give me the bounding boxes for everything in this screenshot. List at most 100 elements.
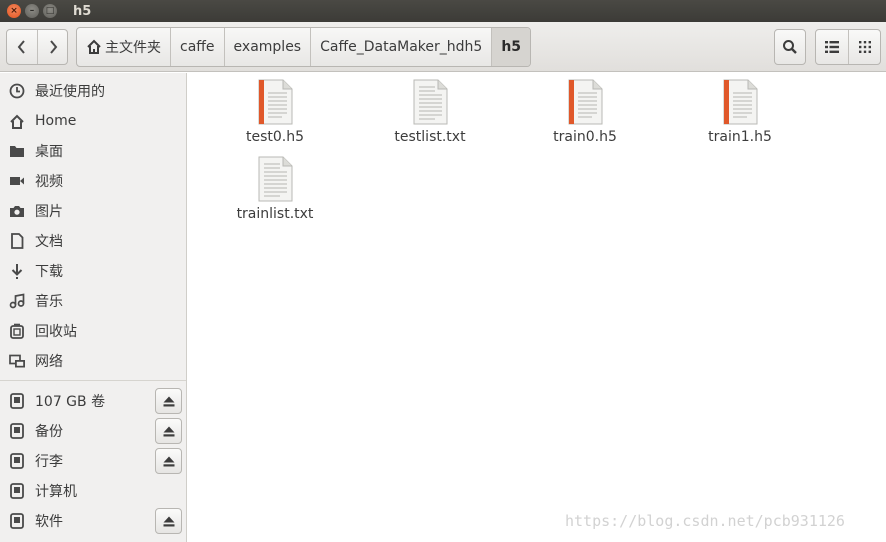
back-button[interactable]	[7, 30, 37, 64]
minimize-icon: –	[29, 5, 35, 16]
file-name: test0.h5	[245, 129, 305, 145]
breadcrumb-label: Caffe_DataMaker_hdh5	[320, 38, 483, 55]
sidebar-item-label: 软件	[35, 514, 63, 530]
window-title: h5	[73, 3, 92, 19]
breadcrumb-examples[interactable]: examples	[223, 27, 311, 66]
view-mode-group	[815, 29, 881, 65]
sidebar-item-label: 计算机	[35, 484, 77, 500]
network-icon	[8, 352, 26, 370]
sidebar-separator	[0, 380, 186, 381]
eject-icon	[163, 396, 174, 406]
sidebar-item-computer[interactable]: 计算机	[0, 476, 186, 506]
sidebar-item-documents[interactable]: 文档	[0, 226, 186, 256]
file-item[interactable]: testlist.txt	[370, 79, 490, 145]
drive-icon	[8, 452, 26, 470]
chevron-right-icon	[49, 39, 57, 54]
drive-icon	[8, 392, 26, 410]
clock-icon	[8, 82, 26, 100]
eject-button[interactable]	[155, 388, 182, 414]
toolbar: 主文件夹 caffe examples Caffe_DataMaker_hdh5…	[0, 22, 886, 72]
file-name: train0.h5	[553, 129, 617, 145]
h5-file-icon	[568, 79, 603, 125]
watermark-text: https://blog.csdn.net/pcb931126	[565, 512, 845, 530]
title-bar: × – □ h5	[0, 0, 886, 22]
sidebar-item-label: 备份	[35, 424, 63, 440]
download-icon	[8, 262, 26, 280]
sidebar-item-label: 107 GB 卷	[35, 394, 106, 410]
chevron-left-icon	[17, 39, 25, 54]
search-button[interactable]	[774, 29, 806, 65]
file-name: train1.h5	[708, 129, 772, 145]
sidebar-item-label: 网络	[35, 354, 63, 370]
list-view-button[interactable]	[816, 30, 848, 64]
sidebar-item-desktop[interactable]: 桌面	[0, 136, 186, 166]
forward-button[interactable]	[37, 29, 67, 64]
sidebar-item-software[interactable]: 软件	[0, 506, 186, 536]
sidebar-item-videos[interactable]: 视频	[0, 166, 186, 196]
sidebar-item-pictures[interactable]: 图片	[0, 196, 186, 226]
video-icon	[8, 172, 26, 190]
file-item[interactable]: train1.h5	[680, 79, 800, 145]
sidebar-item-downloads[interactable]: 下载	[0, 256, 186, 286]
breadcrumb: 主文件夹 caffe examples Caffe_DataMaker_hdh5…	[76, 26, 532, 67]
sidebar-item-recent[interactable]: 最近使用的	[0, 76, 186, 106]
sidebar-item-home[interactable]: Home	[0, 106, 186, 136]
sidebar-item-music[interactable]: 音乐	[0, 286, 186, 316]
list-view-icon	[825, 41, 839, 53]
breadcrumb-label: h5	[501, 38, 522, 55]
nav-buttons	[6, 28, 68, 65]
breadcrumb-label: caffe	[180, 38, 215, 55]
music-icon	[8, 292, 26, 310]
sidebar-item-label: 最近使用的	[35, 84, 105, 100]
maximize-icon: □	[45, 5, 55, 16]
sidebar-item-label: 图片	[35, 204, 63, 220]
sidebar-item-volume-107gb[interactable]: 107 GB 卷	[0, 386, 186, 416]
home-icon	[86, 39, 102, 54]
home-icon	[8, 112, 26, 130]
sidebar-item-luggage[interactable]: 行李	[0, 446, 186, 476]
eject-button[interactable]	[155, 508, 182, 534]
sidebar-item-label: 文档	[35, 234, 63, 250]
eject-button[interactable]	[155, 418, 182, 444]
sidebar-item-label: 音乐	[35, 294, 63, 310]
minimize-window-button[interactable]: –	[25, 4, 39, 18]
breadcrumb-caffe[interactable]: caffe	[170, 27, 224, 66]
eject-icon	[163, 426, 174, 436]
h5-file-icon	[258, 79, 293, 125]
file-view: test0.h5 testlist.txt train0.h5 train1.h…	[188, 73, 886, 542]
search-icon	[783, 40, 797, 54]
eject-button[interactable]	[155, 448, 182, 474]
close-icon: ×	[10, 5, 18, 16]
sidebar-item-backup[interactable]: 备份	[0, 416, 186, 446]
breadcrumb-h5[interactable]: h5	[491, 27, 531, 66]
file-item[interactable]: train0.h5	[525, 79, 645, 145]
eject-icon	[163, 456, 174, 466]
drive-icon	[8, 482, 26, 500]
breadcrumb-home[interactable]: 主文件夹	[77, 28, 170, 66]
file-item[interactable]: test0.h5	[215, 79, 335, 145]
camera-icon	[8, 202, 26, 220]
sidebar-item-label: 行李	[35, 454, 63, 470]
file-item[interactable]: trainlist.txt	[215, 156, 335, 222]
sidebar-item-network[interactable]: 网络	[0, 346, 186, 376]
close-window-button[interactable]: ×	[7, 4, 21, 18]
breadcrumb-datamaker[interactable]: Caffe_DataMaker_hdh5	[310, 27, 491, 66]
grid-view-button[interactable]	[848, 30, 880, 64]
sidebar-item-label: 视频	[35, 174, 63, 190]
file-name: testlist.txt	[394, 129, 466, 145]
drive-icon	[8, 512, 26, 530]
h5-file-icon	[723, 79, 758, 125]
eject-icon	[163, 516, 174, 526]
sidebar-item-label: 下载	[35, 264, 63, 280]
text-file-icon	[258, 156, 293, 202]
breadcrumb-label: 主文件夹	[105, 39, 161, 56]
breadcrumb-label: examples	[233, 38, 302, 55]
grid-view-icon	[858, 41, 871, 53]
maximize-window-button[interactable]: □	[43, 4, 57, 18]
document-icon	[8, 232, 26, 250]
sidebar-item-trash[interactable]: 回收站	[0, 316, 186, 346]
sidebar-item-label: 桌面	[35, 144, 63, 160]
sidebar-item-label: Home	[35, 113, 77, 129]
text-file-icon	[413, 79, 448, 125]
drive-icon	[8, 422, 26, 440]
